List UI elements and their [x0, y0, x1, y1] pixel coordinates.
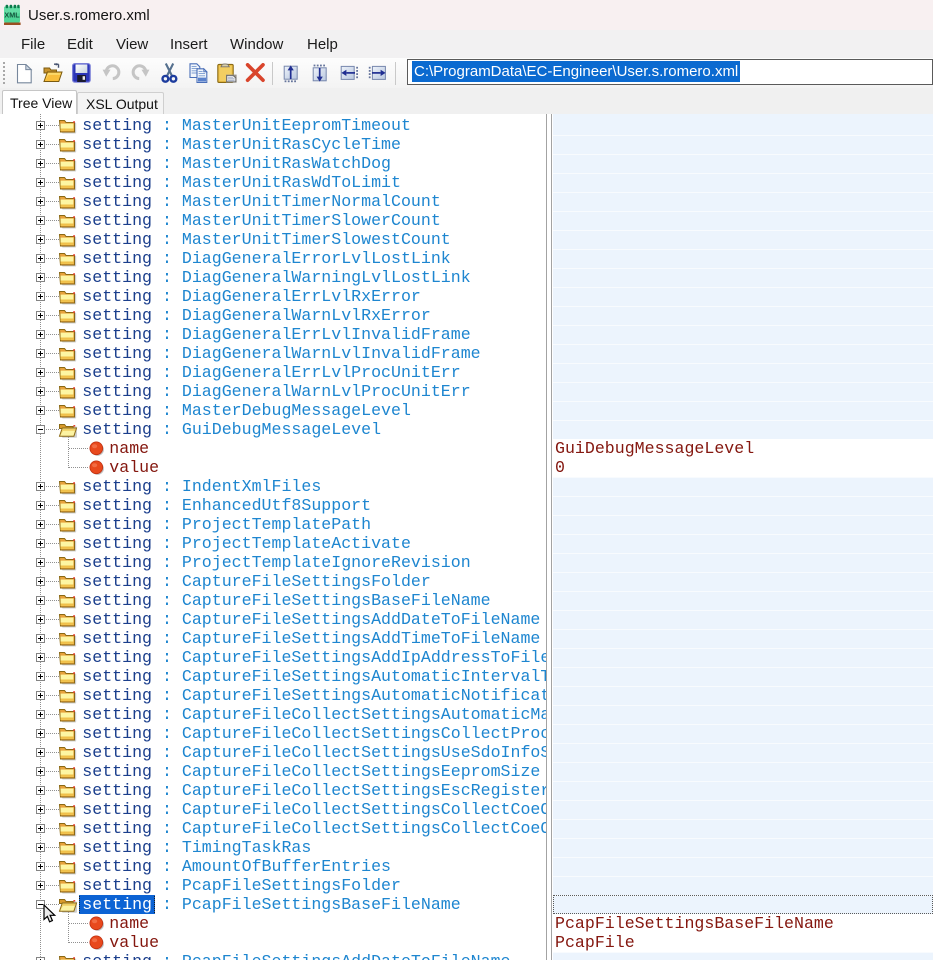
svg-text:XML: XML	[4, 11, 20, 20]
